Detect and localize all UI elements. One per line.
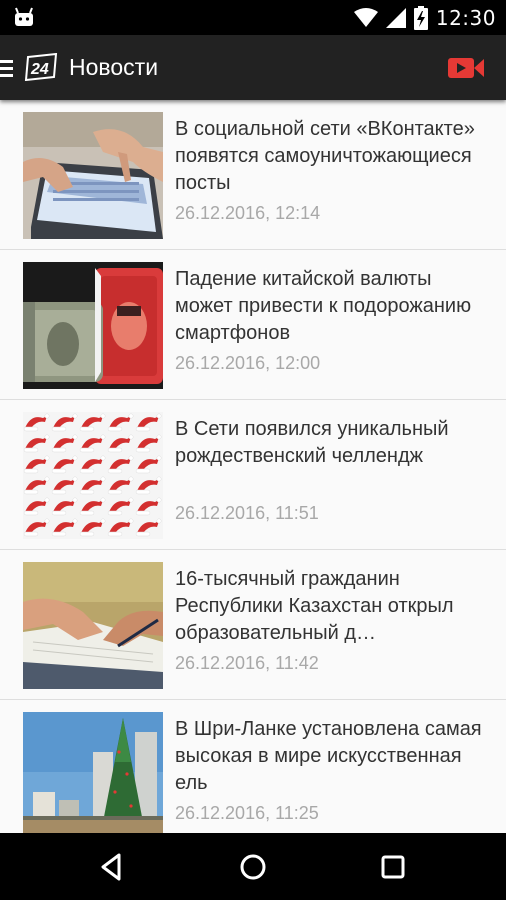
banknotes-image — [23, 262, 163, 389]
navigation-bar — [0, 833, 506, 900]
channel-24-logo-text: 24 — [30, 61, 49, 78]
news-item[interactable]: В Сети появился уникальный рождественски… — [0, 400, 506, 550]
news-thumbnail — [23, 262, 163, 389]
news-title: Падение китайской валюты может привести … — [175, 268, 472, 344]
news-title: В социальной сети «ВКонтакте» появятся с… — [175, 118, 475, 194]
news-item[interactable]: Падение китайской валюты может привести … — [0, 250, 506, 400]
status-time: 12:30 — [435, 6, 496, 30]
news-date: 26.12.2016, 12:14 — [175, 203, 321, 223]
android-icon — [15, 7, 33, 26]
news-thumbnail — [23, 562, 163, 689]
news-title: В Сети появился уникальный рождественски… — [175, 418, 449, 467]
video-camera-icon[interactable] — [444, 53, 488, 83]
back-icon[interactable] — [95, 849, 131, 885]
news-date: 26.12.2016, 11:42 — [175, 653, 319, 673]
news-date: 26.12.2016, 11:51 — [175, 503, 319, 523]
news-item[interactable]: В социальной сети «ВКонтакте» появятся с… — [0, 100, 506, 250]
news-title: 16-тысячный гражданин Республики Казахст… — [175, 568, 454, 644]
page-title: Новости — [69, 54, 159, 80]
news-date: 26.12.2016, 12:00 — [175, 353, 321, 373]
signal-icon — [385, 8, 406, 28]
status-bar: 12:30 — [0, 0, 506, 35]
recents-icon[interactable] — [375, 849, 411, 885]
wifi-icon — [353, 8, 378, 27]
app-bar: 24 Новости — [0, 35, 506, 100]
news-thumbnail — [23, 112, 163, 239]
santa-hats-image — [23, 412, 163, 539]
channel-24-logo[interactable]: 24 — [24, 53, 58, 81]
battery-charging-icon — [413, 6, 428, 30]
news-list: В социальной сети «ВКонтакте» появятся с… — [0, 100, 506, 833]
home-icon[interactable] — [235, 849, 271, 885]
news-item[interactable]: 16-тысячный гражданин Республики Казахст… — [0, 550, 506, 700]
writing-image — [23, 562, 163, 689]
christmas-tree-image — [23, 712, 163, 833]
news-thumbnail — [23, 712, 163, 833]
news-thumbnail — [23, 412, 163, 539]
menu-icon[interactable] — [0, 57, 14, 79]
news-item[interactable]: В Шри-Ланке установлена самая высокая в … — [0, 700, 506, 833]
news-date: 26.12.2016, 11:25 — [175, 803, 319, 823]
tablet-image — [23, 112, 163, 239]
news-title: В Шри-Ланке установлена самая высокая в … — [175, 718, 482, 794]
